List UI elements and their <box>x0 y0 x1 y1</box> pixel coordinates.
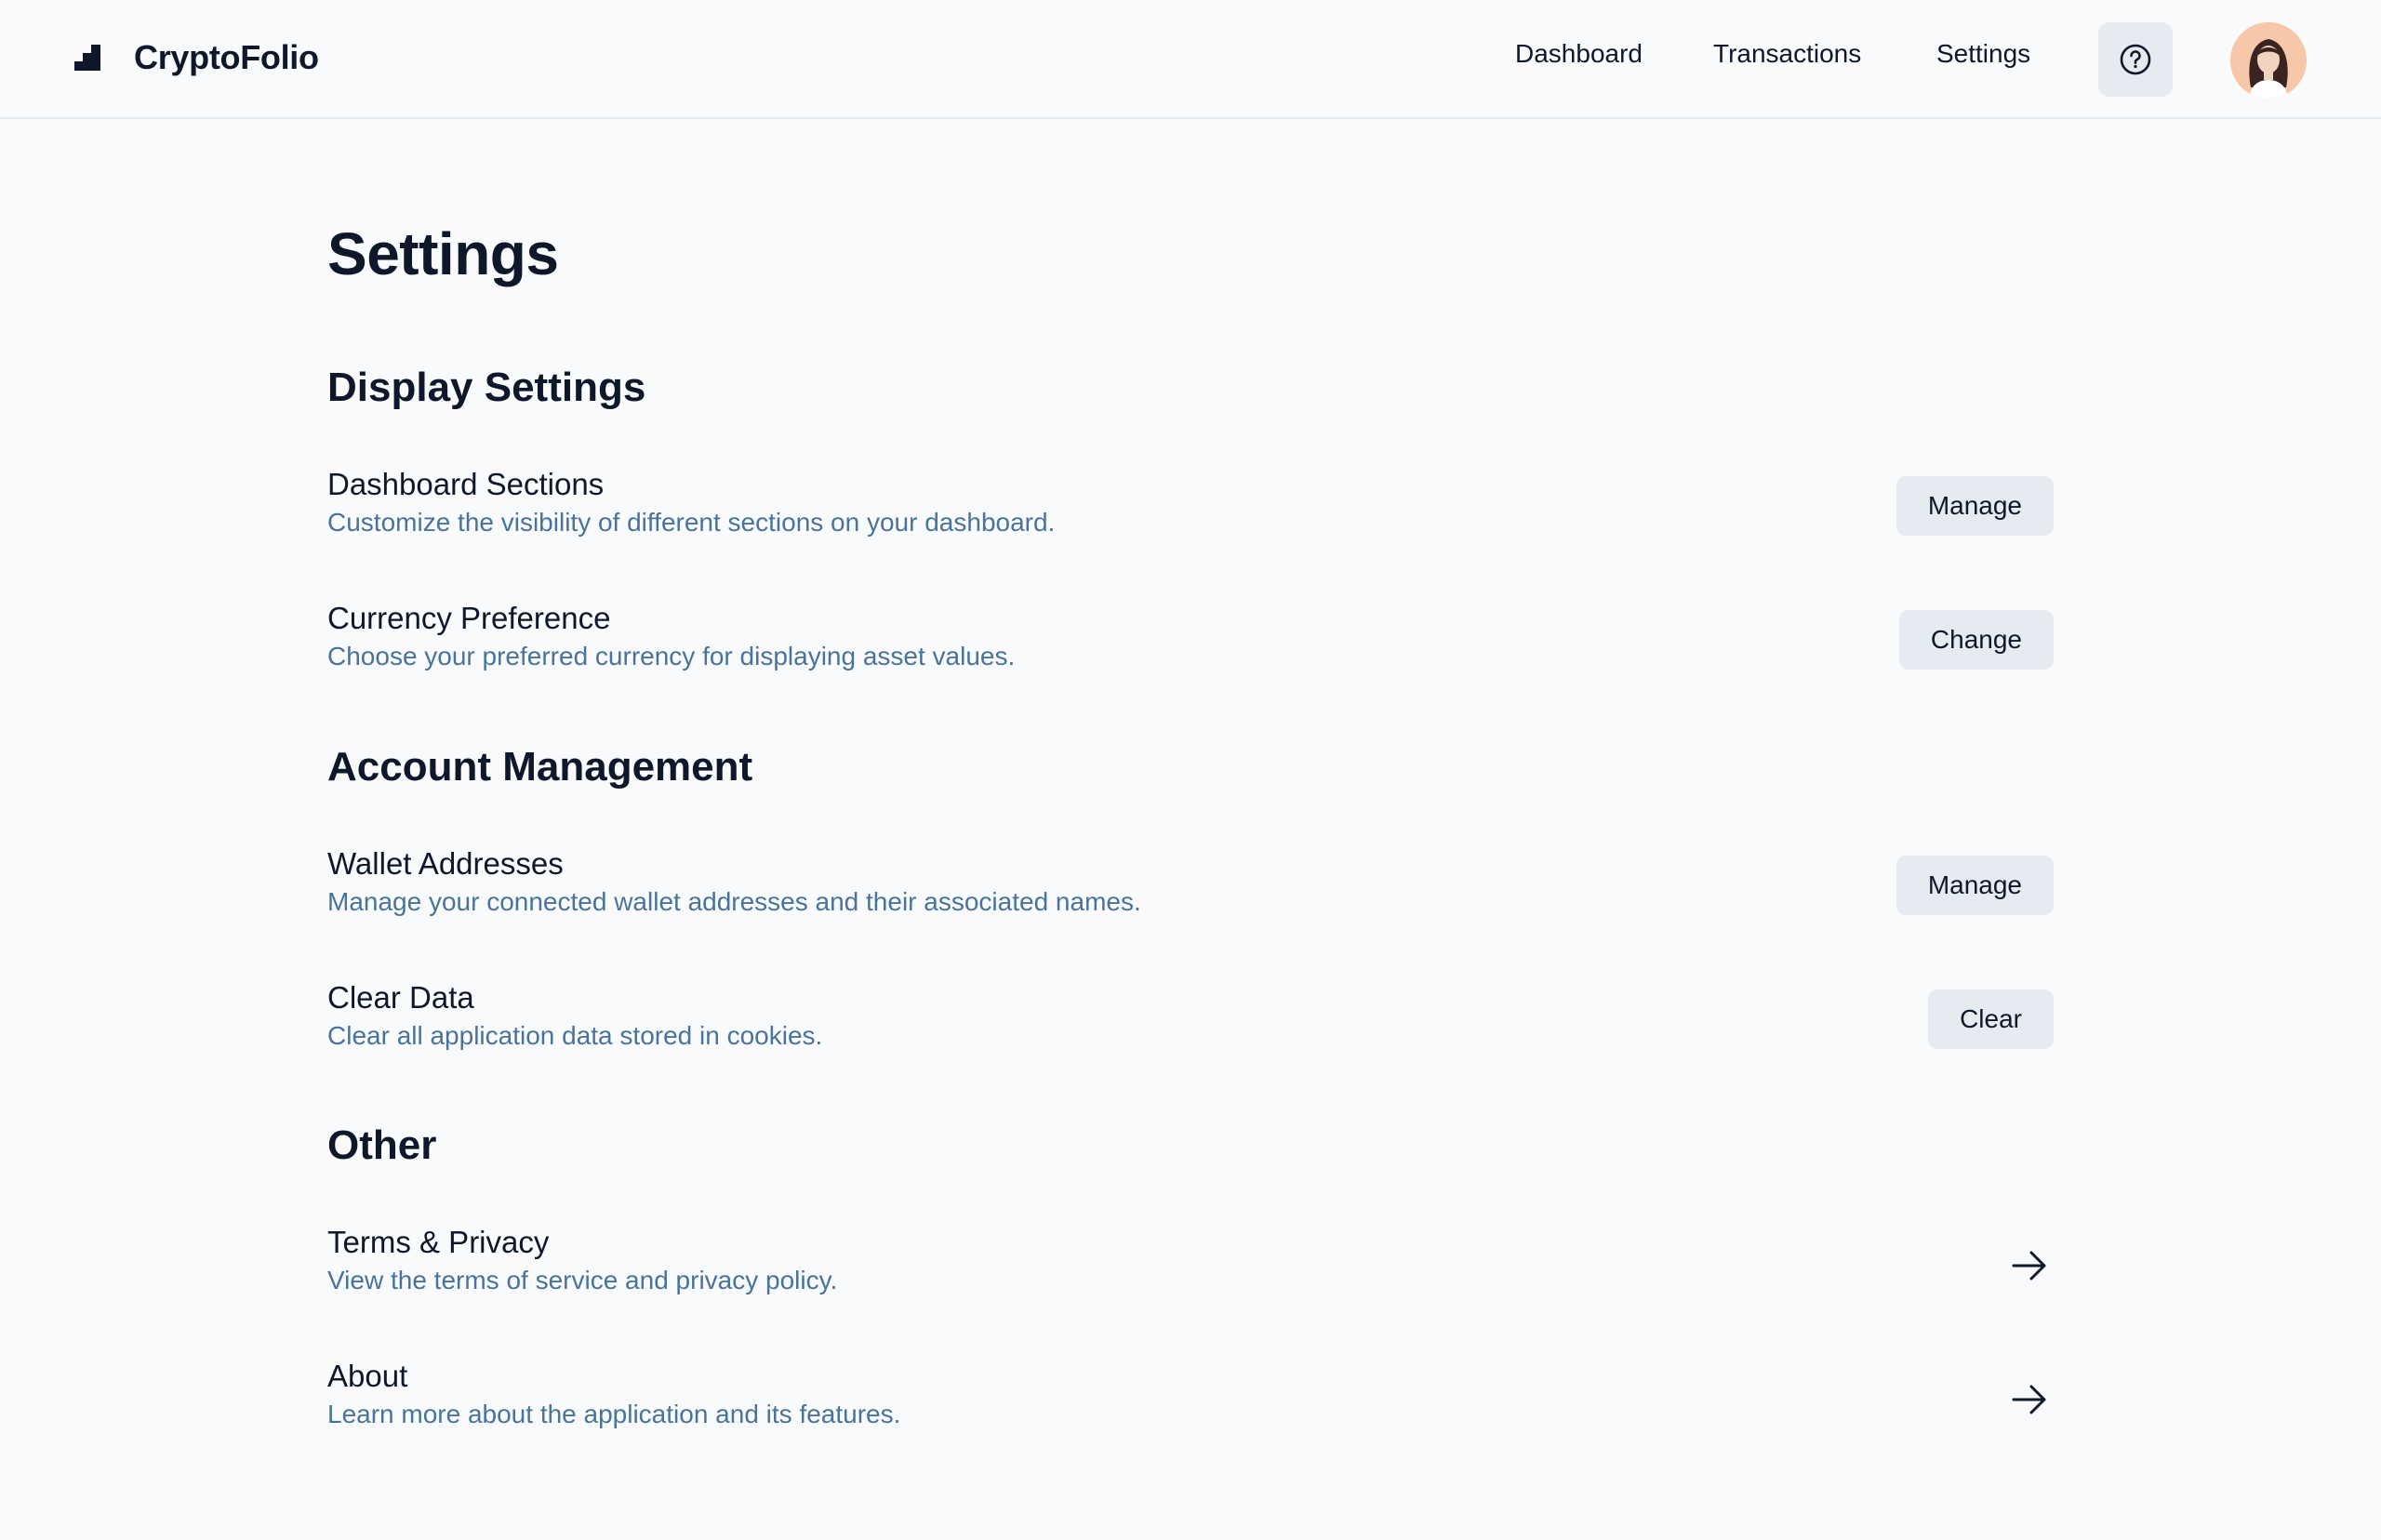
section-title-display: Display Settings <box>327 365 646 410</box>
setting-description: Learn more about the application and its… <box>327 1400 901 1428</box>
setting-row-dashboard-sections: Dashboard Sections Customize the visibil… <box>327 467 2054 560</box>
arrow-right-icon[interactable] <box>2011 1247 2048 1284</box>
setting-title: Dashboard Sections <box>327 467 605 501</box>
setting-title: Currency Preference <box>327 601 611 635</box>
setting-description: Customize the visibility of different se… <box>327 508 1056 537</box>
setting-title: Wallet Addresses <box>327 846 564 881</box>
setting-row-terms-privacy[interactable]: Terms & Privacy View the terms of servic… <box>327 1225 2054 1318</box>
manage-dashboard-sections-button[interactable]: Manage <box>1895 476 2054 536</box>
arrow-right-icon[interactable] <box>2011 1381 2048 1418</box>
setting-title: About <box>327 1359 408 1393</box>
nav-dashboard[interactable]: Dashboard <box>1515 39 1643 69</box>
page-title: Settings <box>327 220 559 287</box>
setting-description: Choose your preferred currency for displ… <box>327 642 1016 670</box>
setting-title: Clear Data <box>327 980 474 1015</box>
setting-row-wallet-addresses: Wallet Addresses Manage your connected w… <box>327 846 2054 939</box>
setting-description: Manage your connected wallet addresses a… <box>327 887 1141 916</box>
logo-icon <box>74 45 100 71</box>
setting-description: Clear all application data stored in coo… <box>327 1021 823 1050</box>
help-button[interactable] <box>2098 22 2173 97</box>
setting-row-clear-data: Clear Data Clear all application data st… <box>327 980 2054 1073</box>
setting-title: Terms & Privacy <box>327 1225 550 1259</box>
change-currency-button[interactable]: Change <box>1898 610 2054 670</box>
nav-transactions[interactable]: Transactions <box>1713 39 1861 69</box>
manage-wallets-button[interactable]: Manage <box>1895 856 2054 915</box>
help-circle-icon <box>2120 44 2151 75</box>
nav-settings[interactable]: Settings <box>1936 39 2030 69</box>
avatar-icon <box>2230 22 2307 99</box>
brand-name: CryptoFolio <box>134 38 319 76</box>
setting-row-about[interactable]: About Learn more about the application a… <box>327 1359 2054 1452</box>
setting-description: View the terms of service and privacy po… <box>327 1266 838 1294</box>
section-title-other: Other <box>327 1122 437 1168</box>
brand[interactable]: CryptoFolio <box>74 37 319 78</box>
top-navbar: CryptoFolio Dashboard Transactions Setti… <box>0 0 2381 119</box>
section-title-account: Account Management <box>327 744 753 790</box>
user-avatar[interactable] <box>2230 22 2307 99</box>
setting-row-currency-preference: Currency Preference Choose your preferre… <box>327 601 2054 694</box>
clear-data-button[interactable]: Clear <box>1928 989 2054 1049</box>
